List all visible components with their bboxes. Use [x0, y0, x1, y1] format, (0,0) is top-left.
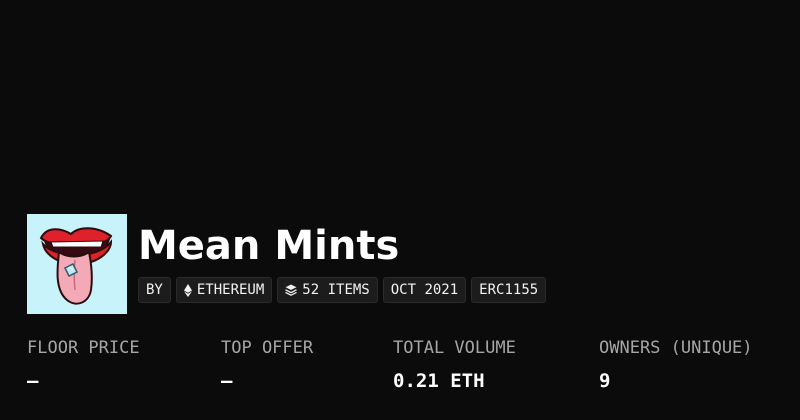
stat-top-offer: TOP OFFER — — [221, 336, 313, 394]
stat-label: FLOOR PRICE — [27, 338, 140, 358]
stat-value: 0.21 ETH — [393, 370, 485, 392]
stat-label: TOTAL VOLUME — [393, 338, 516, 358]
creator-badge[interactable]: BY — [138, 277, 171, 303]
stat-value: — — [27, 370, 39, 392]
items-count: 52 ITEMS — [302, 282, 370, 298]
items-badge[interactable]: 52 ITEMS — [277, 277, 378, 303]
chain-label: ETHEREUM — [196, 282, 265, 298]
stat-floor-price: FLOOR PRICE — — [27, 336, 140, 394]
token-standard: ERC1155 — [479, 282, 539, 298]
collection-avatar[interactable] — [27, 214, 127, 314]
tongue-gem-icon — [39, 227, 113, 305]
stat-label: OWNERS (UNIQUE) — [599, 338, 753, 358]
stat-value: — — [221, 370, 233, 392]
date-badge: OCT 2021 — [382, 277, 467, 303]
created-date: OCT 2021 — [390, 282, 459, 298]
collection-stats: FLOOR PRICE — TOP OFFER — TOTAL VOLUME 0… — [27, 336, 787, 406]
chain-badge[interactable]: ETHEREUM — [175, 277, 273, 303]
standard-badge: ERC1155 — [471, 277, 547, 303]
layers-icon — [285, 284, 298, 296]
collection-badges: BY ETHEREUM 52 ITEMS OCT 2021 ERC1155 — [138, 277, 547, 303]
ethereum-icon — [183, 283, 192, 297]
creator-label: BY — [146, 282, 163, 298]
stat-total-volume: TOTAL VOLUME 0.21 ETH — [393, 336, 516, 394]
collection-title: Mean Mints — [138, 223, 400, 269]
stat-value: 9 — [599, 370, 611, 392]
collection-header: Mean Mints BY ETHEREUM 52 ITEMS OCT 2021… — [0, 0, 800, 420]
stat-label: TOP OFFER — [221, 338, 314, 358]
stat-owners: OWNERS (UNIQUE) 9 — [599, 336, 753, 394]
